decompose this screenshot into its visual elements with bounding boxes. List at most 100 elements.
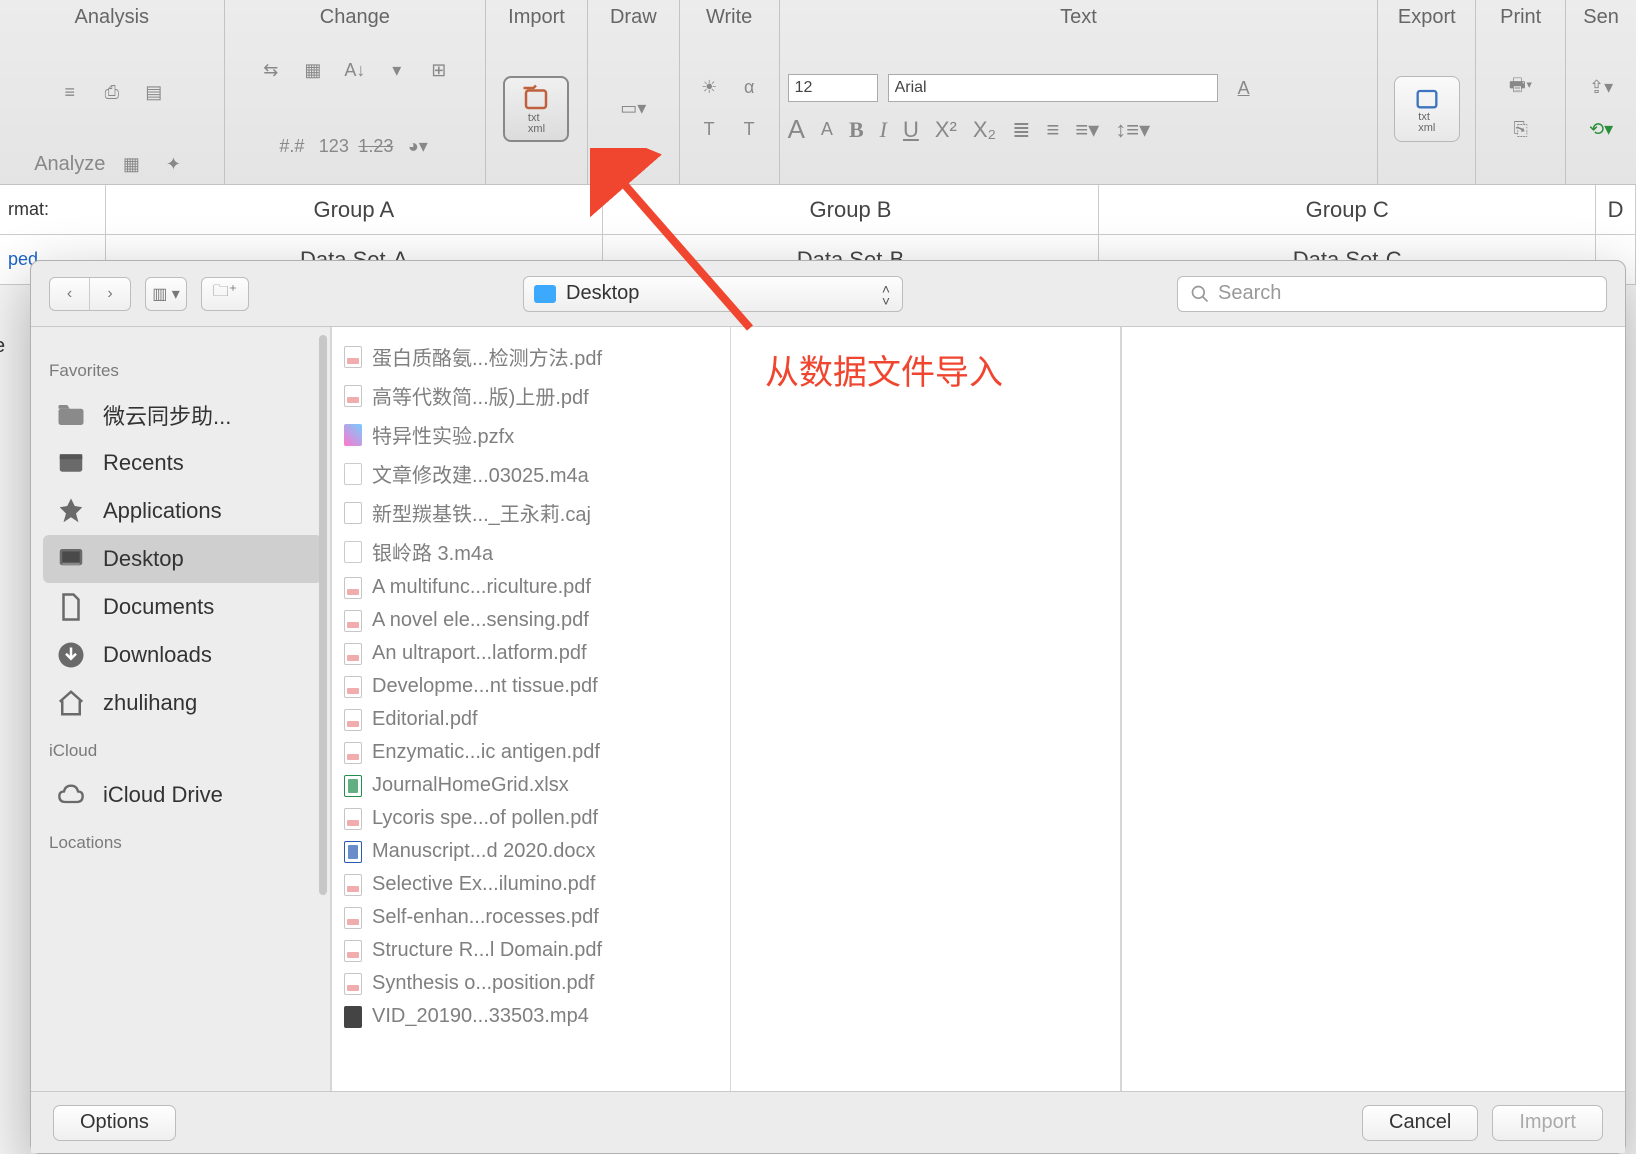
file-doc-icon xyxy=(344,841,362,863)
dropdown-icon[interactable]: ▾ xyxy=(381,54,413,86)
sidebar-item-icloud-drive[interactable]: iCloud Drive xyxy=(43,771,322,819)
cancel-button[interactable]: Cancel xyxy=(1362,1105,1478,1141)
file-row[interactable]: Self-enhan...rocesses.pdf xyxy=(338,901,724,934)
analysis-icon-1[interactable]: ≡ xyxy=(54,77,86,109)
decimals-icon[interactable]: 123 xyxy=(318,131,350,163)
sidebar-scrollbar[interactable] xyxy=(319,335,327,895)
file-row[interactable]: An ultraport...latform.pdf xyxy=(338,637,724,670)
file-row[interactable]: 新型羰基铁..._王永莉.caj xyxy=(338,493,724,532)
analyze-icon-a[interactable]: ▦ xyxy=(115,148,147,180)
font-size-select[interactable] xyxy=(788,74,878,102)
share-icon[interactable]: ⇪▾ xyxy=(1585,72,1617,104)
group-c[interactable]: Group C xyxy=(1099,185,1596,234)
superscript-icon[interactable]: X² xyxy=(935,117,957,143)
text-upper-icon[interactable]: T xyxy=(693,114,725,146)
group-d[interactable]: D xyxy=(1596,185,1636,234)
analysis-icon-2[interactable]: ⎙ xyxy=(96,77,128,109)
view-mode-buttons: ▥ ▾ xyxy=(145,277,187,311)
sidebar-item-folder[interactable]: 微云同步助... xyxy=(43,391,322,439)
paragraph-icon[interactable]: ≡▾ xyxy=(1075,117,1099,143)
import-button[interactable]: txt xml xyxy=(503,76,569,142)
options-button[interactable]: Options xyxy=(53,1105,176,1141)
file-mus-icon xyxy=(344,463,362,485)
shrink-font-icon[interactable]: A xyxy=(821,119,833,140)
sidebar-item-doc[interactable]: Documents xyxy=(43,583,322,631)
file-row[interactable]: 蛋白质酪氨...检测方法.pdf xyxy=(338,337,724,376)
new-folder-button[interactable]: 🗀⁺ xyxy=(202,278,248,310)
bold-icon[interactable]: B xyxy=(849,117,864,143)
file-row[interactable]: Manuscript...d 2020.docx xyxy=(338,835,724,868)
subscript-icon[interactable]: X₂ xyxy=(973,117,996,143)
file-row[interactable]: VID_20190...33503.mp4 xyxy=(338,1000,724,1033)
file-pdf-icon xyxy=(344,907,362,929)
desktop-folder-icon xyxy=(534,285,556,303)
group-b[interactable]: Group B xyxy=(603,185,1100,234)
font-color-icon[interactable]: A xyxy=(1228,72,1260,104)
file-row[interactable]: Synthesis o...position.pdf xyxy=(338,967,724,1000)
file-column[interactable]: 蛋白质酪氨...检测方法.pdf高等代数简...版)上册.pdf 特异性实验.pz… xyxy=(331,327,731,1091)
file-name: A multifunc...riculture.pdf xyxy=(372,576,591,599)
swap-icon[interactable]: ⇆ xyxy=(255,54,287,86)
text-lower-icon[interactable]: T xyxy=(733,114,765,146)
columns-view-button[interactable]: ▥ ▾ xyxy=(146,278,186,310)
font-name-select[interactable] xyxy=(888,74,1218,102)
file-xls-icon xyxy=(344,775,362,797)
enlarge-font-icon[interactable]: A xyxy=(788,114,805,145)
file-row[interactable]: 银岭路 3.m4a xyxy=(338,532,724,571)
analyze-label[interactable]: Analyze xyxy=(34,153,105,176)
sidebar-item-apps[interactable]: Applications xyxy=(43,487,322,535)
file-row[interactable]: 高等代数简...版)上册.pdf xyxy=(338,376,724,415)
slash-icon[interactable]: 1.23 xyxy=(360,131,392,163)
file-row[interactable]: Structure R...l Domain.pdf xyxy=(338,934,724,967)
sidebar-item-recents[interactable]: Recents xyxy=(43,439,322,487)
sort-icon[interactable]: A↓ xyxy=(339,54,371,86)
file-pdf-icon xyxy=(344,643,362,665)
file-row[interactable]: Selective Ex...ilumino.pdf xyxy=(338,868,724,901)
file-name: 特异性实验.pzfx xyxy=(372,420,514,449)
analysis-icon-3[interactable]: ▤ xyxy=(138,77,170,109)
file-row[interactable]: A novel ele...sensing.pdf xyxy=(338,604,724,637)
copy-icon[interactable]: ⎘ xyxy=(1505,114,1537,146)
file-row[interactable]: 特异性实验.pzfx xyxy=(338,415,724,454)
draw-rect-icon[interactable]: ▭▾ xyxy=(617,93,649,125)
nav-buttons: ‹ › xyxy=(49,277,131,311)
file-vid-icon xyxy=(344,1006,362,1028)
file-row[interactable]: JournalHomeGrid.xlsx xyxy=(338,769,724,802)
file-row[interactable]: Enzymatic...ic antigen.pdf xyxy=(338,736,724,769)
align-left-icon[interactable]: ≣ xyxy=(1012,117,1030,143)
table-icon[interactable]: ▦ xyxy=(297,54,329,86)
italic-icon[interactable]: I xyxy=(880,117,887,143)
underline-icon[interactable]: U xyxy=(903,117,919,143)
group-a[interactable]: Group A xyxy=(106,185,603,234)
grid-icon[interactable]: ⊞ xyxy=(423,54,455,86)
back-button[interactable]: ‹ xyxy=(50,278,90,310)
sidebar-item-downloads[interactable]: Downloads xyxy=(43,631,322,679)
search-input[interactable]: Search xyxy=(1177,276,1607,312)
printer-icon[interactable]: 🖶▾ xyxy=(1505,72,1537,104)
line-spacing-icon[interactable]: ↕≡▾ xyxy=(1115,117,1150,143)
sidebar-item-home[interactable]: zhulihang xyxy=(43,679,322,727)
file-row[interactable]: Editorial.pdf xyxy=(338,703,724,736)
wand-icon[interactable]: ✦ xyxy=(157,148,189,180)
link-icon[interactable]: ⟲▾ xyxy=(1585,114,1617,146)
import-confirm-button[interactable]: Import xyxy=(1492,1105,1603,1141)
hash-icon[interactable]: #.# xyxy=(276,131,308,163)
file-pdf-icon xyxy=(344,610,362,632)
align-center-icon[interactable]: ≡ xyxy=(1047,117,1060,143)
alpha-icon[interactable]: α xyxy=(733,72,765,104)
highlight-icon[interactable]: ☀ xyxy=(693,72,725,104)
ribbon-group-write: Write ☀ α T T xyxy=(680,0,780,184)
group-title: Write xyxy=(706,6,752,29)
file-row[interactable]: Developme...nt tissue.pdf xyxy=(338,670,724,703)
forward-button[interactable]: › xyxy=(90,278,130,310)
file-row[interactable]: Lycoris spe...of pollen.pdf xyxy=(338,802,724,835)
file-name: Synthesis o...position.pdf xyxy=(372,972,594,995)
export-button[interactable]: txt xml xyxy=(1394,76,1460,142)
file-row[interactable]: 文章修改建...03025.m4a xyxy=(338,454,724,493)
sidebar-item-desktop[interactable]: Desktop xyxy=(43,535,322,583)
color-icon[interactable]: ◕▾ xyxy=(402,131,434,163)
file-open-dialog: ‹ › ▥ ▾ 🗀⁺ Desktop ˄˅ Search Favorites 微… xyxy=(30,260,1626,1154)
file-row[interactable]: A multifunc...riculture.pdf xyxy=(338,571,724,604)
location-popup[interactable]: Desktop ˄˅ xyxy=(523,276,903,312)
file-pdf-icon xyxy=(344,940,362,962)
